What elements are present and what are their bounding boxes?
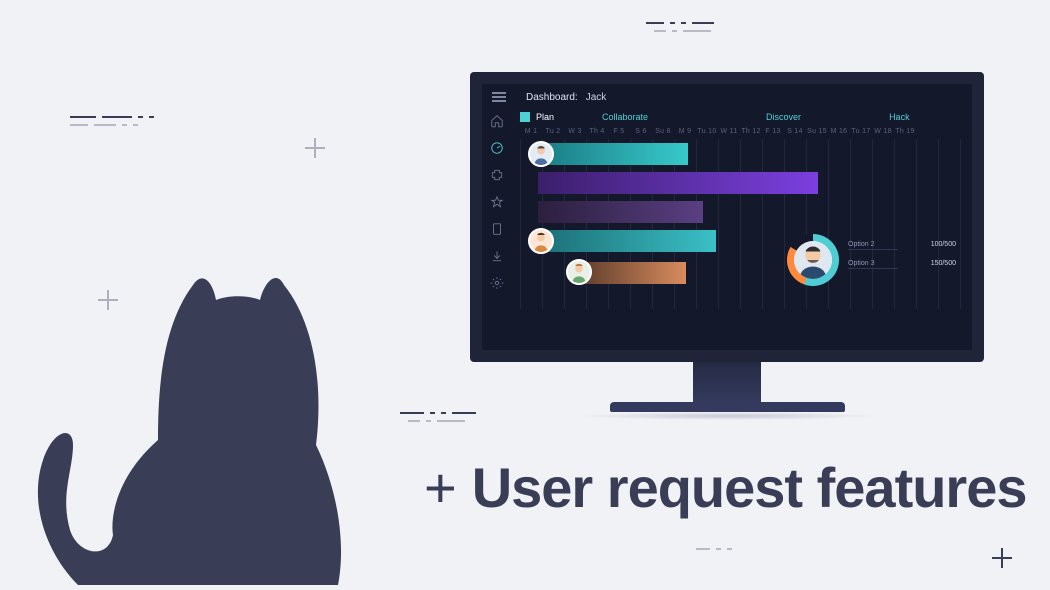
tab-hack[interactable]: Hack [885, 112, 914, 122]
deco-lines [696, 540, 738, 558]
gantt-bar [538, 172, 818, 194]
settings-icon[interactable] [490, 276, 504, 290]
gantt-chart: Option 2 100/500 Option 3 150/500 [520, 139, 964, 309]
file-icon[interactable] [490, 222, 504, 236]
date-cell: Th 19 [894, 128, 916, 135]
tab-discover[interactable]: Discover [762, 112, 805, 122]
cat-silhouette [18, 245, 378, 585]
date-cell: S 14 [784, 128, 806, 135]
option-label: Option 2 [848, 241, 898, 250]
date-cell: F 5 [608, 128, 630, 135]
option-value: 150/500 [931, 260, 956, 269]
hamburger-icon[interactable] [492, 92, 506, 102]
hero-heading: + User request features [424, 455, 1027, 520]
sidebar [482, 110, 512, 350]
gantt-bar [576, 262, 686, 284]
progress-ring [787, 234, 839, 286]
dashboard-icon[interactable] [490, 141, 504, 155]
download-icon[interactable] [490, 249, 504, 263]
date-cell: Th 12 [740, 128, 762, 135]
dashboard-screen: Dashboard: Jack Plan Collaborate [482, 84, 972, 350]
tab-collaborate[interactable]: Collaborate [598, 112, 652, 122]
option-row: Option 2 100/500 [848, 241, 956, 250]
date-cell: Su 8 [652, 128, 674, 135]
option-label: Option 3 [848, 260, 898, 269]
avatar [566, 259, 592, 285]
option-row: Option 3 150/500 [848, 260, 956, 269]
deco-lines [408, 412, 471, 430]
date-cell: Tu 2 [542, 128, 564, 135]
home-icon[interactable] [490, 114, 504, 128]
date-header: M 1Tu 2W 3Th 4F 5S 6Su 8M 9Tu 10W 11Th 1… [520, 128, 964, 135]
date-cell: M 1 [520, 128, 542, 135]
star-icon[interactable] [490, 195, 504, 209]
date-cell: W 11 [718, 128, 740, 135]
monitor: Dashboard: Jack Plan Collaborate [470, 72, 984, 420]
date-cell: Tu 17 [850, 128, 872, 135]
date-cell: F 13 [762, 128, 784, 135]
gantt-bar [538, 201, 703, 223]
date-cell: Th 4 [586, 128, 608, 135]
deco-lines [654, 22, 717, 40]
option-value: 100/500 [931, 241, 956, 250]
plus-symbol: + [424, 455, 456, 520]
avatar [528, 141, 554, 167]
hero-text: User request features [472, 455, 1027, 520]
dashboard-user: Jack [586, 92, 607, 103]
date-cell: W 3 [564, 128, 586, 135]
date-cell: W 18 [872, 128, 894, 135]
date-cell: Su 15 [806, 128, 828, 135]
tab-plan[interactable]: Plan [520, 112, 558, 122]
dashboard-title: Dashboard: [526, 92, 578, 103]
avatar [528, 228, 554, 254]
puzzle-icon[interactable] [490, 168, 504, 182]
deco-lines [70, 116, 144, 134]
gantt-bar [538, 230, 716, 252]
plus-icon [305, 138, 325, 158]
date-cell: M 16 [828, 128, 850, 135]
date-cell: S 6 [630, 128, 652, 135]
tabbar: Plan Collaborate Discover Hack [520, 112, 964, 122]
gantt-bar [538, 143, 688, 165]
date-cell: M 9 [674, 128, 696, 135]
plus-icon [992, 548, 1012, 568]
date-cell: Tu 10 [696, 128, 718, 135]
options-panel: Option 2 100/500 Option 3 150/500 [848, 241, 956, 279]
